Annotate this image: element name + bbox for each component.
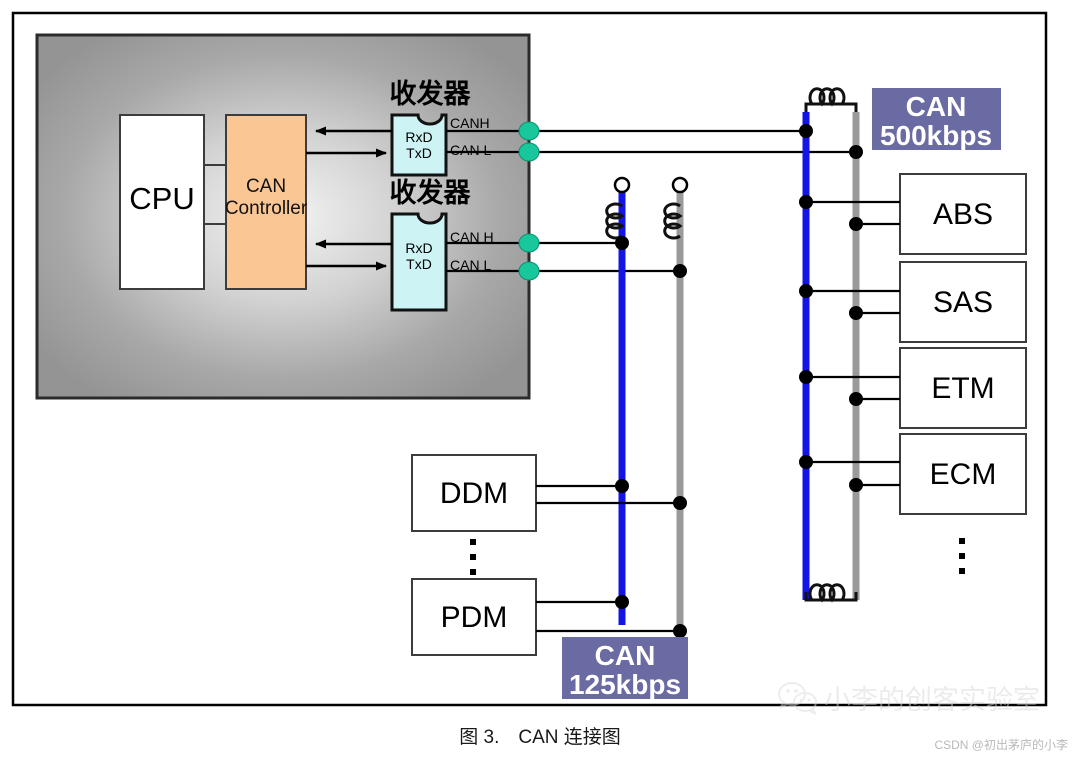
transceiver-1-canl-label: CAN L [450, 142, 491, 158]
terminal-xcvr2-canh [518, 233, 540, 253]
junction-500k-trunk-high [799, 124, 813, 138]
node-label-abs: ABS [933, 198, 993, 231]
node-label-pdm: PDM [441, 601, 508, 634]
node-label-etm: ETM [931, 372, 994, 405]
terminal-xcvr1-canh [518, 121, 540, 141]
can-controller-label-line1: CAN [246, 176, 286, 197]
junction-ddm-high [615, 479, 629, 493]
junction-ddm-low [673, 496, 687, 510]
transceiver-2-title: 收发器 [390, 177, 472, 208]
terminal-xcvr1-canl [518, 142, 540, 162]
figure-caption: 图 3. CAN 连接图 [459, 727, 621, 748]
node-label-ecm: ECM [930, 458, 997, 491]
badge-500k-line2: 500kbps [880, 120, 992, 151]
junction-ecm-high [799, 455, 813, 469]
transceiver-1-canh-label: CANH [450, 115, 490, 131]
junction-sas-high [799, 284, 813, 298]
node-label-ddm: DDM [440, 477, 508, 510]
transceiver-1-title: 收发器 [390, 78, 472, 109]
badge-125k-line1: CAN [595, 640, 656, 671]
junction-abs-high [799, 195, 813, 209]
can-controller-label-line2: Controller [225, 198, 308, 219]
transceiver-2-txd: TxD [406, 256, 432, 272]
junction-500k-trunk-low [849, 145, 863, 159]
junction-125k-trunk-high [615, 236, 629, 250]
csdn-credit: CSDN @初出茅庐的小李 [934, 738, 1068, 752]
transceiver-2-rxd: RxD [405, 240, 432, 256]
junction-abs-low [849, 217, 863, 231]
junction-etm-low [849, 392, 863, 406]
bus-500k-continuation-ellipsis [959, 538, 965, 574]
badge-125k-line2: 125kbps [569, 669, 681, 700]
terminal-xcvr2-canl [518, 261, 540, 281]
node-label-sas: SAS [933, 286, 993, 319]
junction-pdm-high [615, 595, 629, 609]
transceiver-1-txd: TxD [406, 145, 432, 161]
can-network-diagram: CPU CAN Controller 收发器 RxD TxD CANH CAN … [11, 11, 1048, 707]
junction-sas-low [849, 306, 863, 320]
bus-125k-continuation-ellipsis [470, 539, 476, 575]
junction-pdm-low [673, 624, 687, 638]
cpu-label: CPU [129, 181, 194, 216]
junction-125k-trunk-low [673, 264, 687, 278]
bus-125k-low-open-terminal [671, 176, 689, 194]
bus-125k-high-open-terminal [613, 176, 631, 194]
badge-500k-line1: CAN [906, 91, 967, 122]
transceiver-1-rxd: RxD [405, 129, 432, 145]
junction-etm-high [799, 370, 813, 384]
figure-stage: CPU CAN Controller 收发器 RxD TxD CANH CAN … [0, 0, 1080, 759]
junction-ecm-low [849, 478, 863, 492]
